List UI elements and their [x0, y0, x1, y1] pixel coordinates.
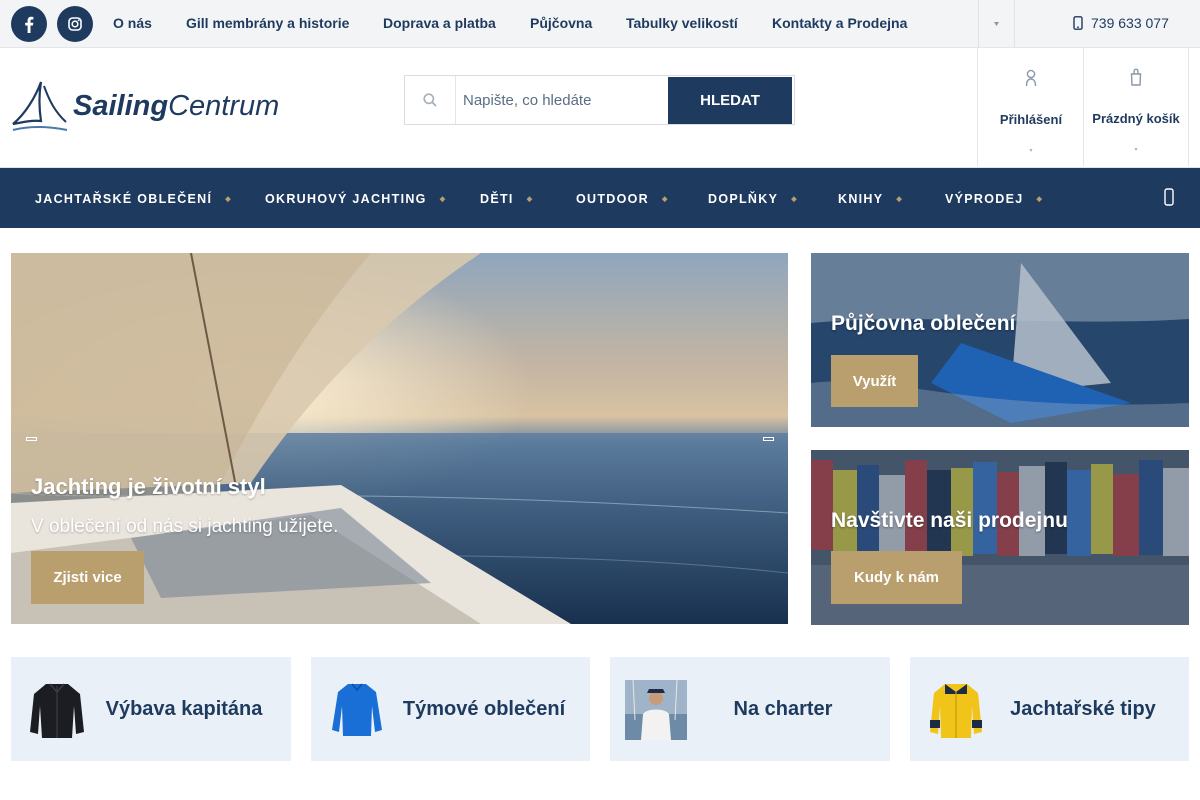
nav-label: Okruhový jachting [265, 192, 427, 206]
logo-text-light: Centrum [168, 90, 280, 122]
nav-outdoor[interactable]: Outdoor ◆ [576, 192, 667, 206]
phone-contact[interactable]: 739 633 077 [1073, 15, 1169, 31]
nav-kids[interactable]: Děti ◆ [480, 192, 532, 206]
black-jacket-image [30, 683, 84, 738]
top-bar: O nás Gill membrány a historie Doprava a… [0, 0, 1200, 48]
search-bar: Hledat [404, 75, 795, 125]
nav-label: Outdoor [576, 192, 649, 206]
topnav-gill-history[interactable]: Gill membrány a historie [186, 15, 349, 31]
topnav-size-tables[interactable]: Tabulky velikostí [626, 15, 738, 31]
promo-rental-title: Půjčovna oblečení [831, 312, 1016, 335]
nav-books[interactable]: Knihy ◆ [838, 192, 902, 206]
sail-logo-icon [12, 81, 68, 131]
yellow-jacket-image [930, 684, 982, 738]
hero-next-arrow[interactable] [763, 437, 774, 441]
hero-slider: Jachting je životní styl V oblečení od n… [11, 253, 788, 624]
hero-cta-button[interactable]: Zjisti vice [31, 551, 144, 604]
tile-captain-gear-label: Výbava kapitána [105, 698, 263, 720]
instagram-button[interactable] [57, 6, 93, 42]
nav-label: Doplňky [708, 192, 779, 206]
main-navigation: Jachtařské oblečení ◆ Okruhový jachting ◆ … [0, 167, 1200, 228]
nav-label: Jachtařské oblečení [35, 192, 213, 206]
logo-wordmark: SailingCentrum [73, 90, 279, 123]
tile-sailing-tips-label: Jachtařské tipy [1010, 698, 1156, 720]
phone-icon [1073, 16, 1083, 30]
chevron-down-icon: ◆ [526, 196, 533, 203]
facebook-button[interactable] [11, 6, 47, 42]
nav-sale[interactable]: Výprodej ◆ [945, 192, 1042, 206]
promo-store: Navštivte naši prodejnu Kudy k nám [811, 450, 1189, 625]
search-icon [423, 93, 437, 107]
tile-sailing-tips[interactable]: Jachtařské tipy [910, 657, 1189, 761]
nav-label: Knihy [838, 192, 884, 206]
more-dropdown[interactable] [978, 0, 1015, 48]
instagram-icon [68, 17, 82, 31]
nav-label: Výprodej [945, 192, 1024, 206]
chevron-down-icon: ◆ [225, 196, 231, 203]
nav-accessories[interactable]: Doplňky ◆ [708, 192, 797, 206]
search-icon-box [405, 76, 456, 124]
tile-charter[interactable]: Na charter [610, 657, 890, 761]
chevron-down-icon: ◆ [896, 196, 902, 203]
promo-store-title: Navštivte naši prodejnu [831, 509, 1068, 532]
promo-store-button[interactable]: Kudy k nám [831, 551, 962, 604]
phone-number: 739 633 077 [1091, 15, 1169, 31]
nav-circuit-sailing[interactable]: Okruhový jachting ◆ [265, 192, 445, 206]
tile-team-clothing-label: Týmové oblečení [402, 698, 566, 720]
chevron-down-icon: ▾ [1029, 148, 1033, 154]
chevron-down-icon: ▾ [1134, 147, 1138, 153]
chevron-down-icon: ◆ [791, 196, 797, 203]
login-button[interactable]: Přihlášení ▾ [977, 48, 1084, 166]
topnav-shipping-payment[interactable]: Doprava a platba [383, 15, 496, 31]
cart-label: Prázdný košík [1092, 111, 1180, 126]
blue-top-image [332, 683, 382, 736]
cart-icon [1130, 68, 1142, 86]
logo-text-bold: Sailing [73, 90, 169, 122]
nav-sailing-clothing[interactable]: Jachtařské oblečení ◆ [35, 192, 231, 206]
nav-search-icon[interactable] [1164, 188, 1174, 206]
topnav-rental[interactable]: Půjčovna [530, 15, 592, 31]
user-icon [1025, 69, 1037, 87]
hero-subtitle: V oblečení od nás si jachting užijete. [31, 516, 339, 537]
login-label: Přihlášení [999, 112, 1063, 127]
promo-rental: Půjčovna oblečení Využít [811, 253, 1189, 427]
cart-button[interactable]: Prázdný košík ▾ [1083, 48, 1189, 166]
hero-prev-arrow[interactable] [26, 437, 37, 441]
charter-photo-image [625, 680, 687, 740]
nav-label: Děti [480, 192, 514, 206]
facebook-icon [25, 16, 34, 33]
chevron-down-icon: ◆ [662, 196, 668, 203]
search-input[interactable] [463, 84, 668, 116]
promo-rental-button[interactable]: Využít [831, 355, 918, 407]
chevron-down-icon [994, 22, 999, 26]
topnav-about[interactable]: O nás [113, 15, 152, 31]
chevron-down-icon: ◆ [439, 196, 446, 203]
search-button[interactable]: Hledat [668, 77, 792, 124]
site-logo[interactable]: SailingCentrum [11, 80, 311, 134]
tile-charter-label: Na charter [733, 698, 833, 720]
chevron-down-icon: ◆ [1036, 196, 1042, 203]
hero-title: Jachting je životní styl [31, 474, 266, 499]
tile-team-clothing[interactable]: Týmové oblečení [311, 657, 590, 761]
topnav-contacts-store[interactable]: Kontakty a Prodejna [772, 15, 907, 31]
tile-captain-gear[interactable]: Výbava kapitána [11, 657, 291, 761]
